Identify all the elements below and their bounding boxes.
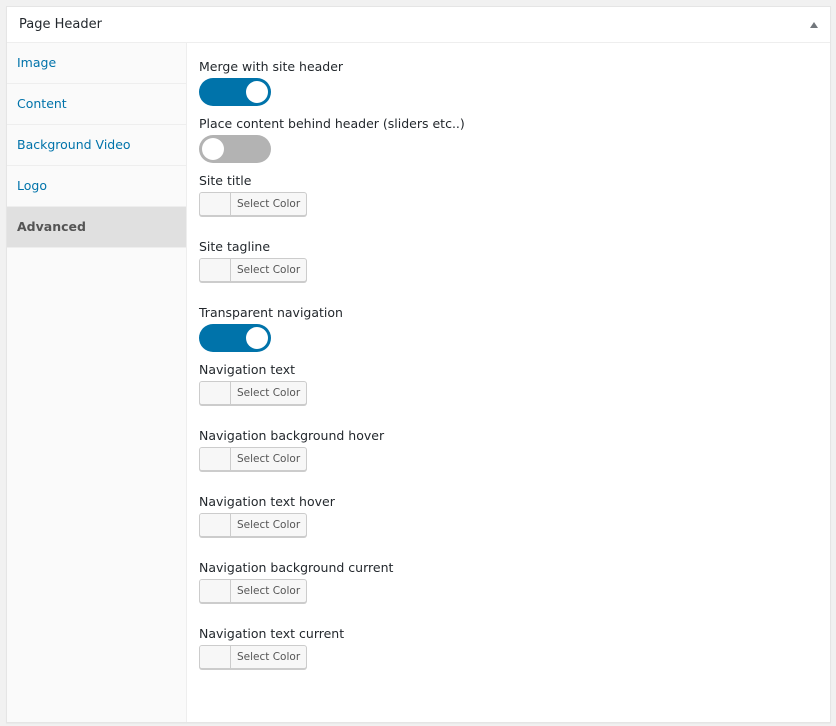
- navigation-bg-current-color-button[interactable]: Select Color: [199, 579, 308, 603]
- toggle-knob: [246, 81, 268, 103]
- field-navigation-text-hover: Navigation text hover Select Color: [199, 494, 818, 540]
- field-label: Site tagline: [199, 239, 271, 254]
- settings-content: Merge with site header Place content beh…: [187, 43, 830, 722]
- color-swatch: [200, 514, 231, 536]
- select-color-label: Select Color: [237, 585, 301, 597]
- select-color-label: Select Color: [237, 198, 301, 210]
- field-label: Navigation text current: [199, 626, 345, 641]
- select-color-label: Select Color: [237, 264, 301, 276]
- field-navigation-text-current: Navigation text current Select Color: [199, 626, 818, 672]
- panel-body: Image Content Background Video Logo Adva…: [7, 43, 830, 722]
- field-label: Transparent navigation: [199, 305, 343, 320]
- color-swatch: [200, 382, 231, 404]
- select-color-label: Select Color: [237, 651, 301, 663]
- field-merge-with-site-header: Merge with site header: [199, 59, 818, 106]
- select-color-label: Select Color: [237, 519, 301, 531]
- tab-content[interactable]: Content: [7, 84, 186, 125]
- color-swatch: [200, 259, 231, 281]
- color-swatch: [200, 448, 231, 470]
- site-title-color-button[interactable]: Select Color: [199, 192, 308, 216]
- tab-image[interactable]: Image: [7, 43, 186, 84]
- color-swatch: [200, 193, 231, 215]
- toggle-knob: [246, 327, 268, 349]
- tab-background-video[interactable]: Background Video: [7, 125, 186, 166]
- triangle-up-icon[interactable]: [810, 22, 818, 28]
- navigation-text-current-color-button[interactable]: Select Color: [199, 645, 308, 669]
- tab-logo[interactable]: Logo: [7, 166, 186, 207]
- color-swatch: [200, 646, 231, 668]
- field-site-tagline: Site tagline Select Color: [199, 239, 818, 285]
- color-swatch: [200, 580, 231, 602]
- field-label: Merge with site header: [199, 59, 344, 74]
- field-navigation-text: Navigation text Select Color: [199, 362, 818, 408]
- field-label: Navigation text: [199, 362, 296, 377]
- field-navigation-background-current: Navigation background current Select Col…: [199, 560, 818, 606]
- field-site-title: Site title Select Color: [199, 173, 818, 219]
- sidebar-tabs: Image Content Background Video Logo Adva…: [7, 43, 187, 722]
- field-label: Navigation background hover: [199, 428, 385, 443]
- field-label: Navigation background current: [199, 560, 394, 575]
- navigation-text-hover-color-button[interactable]: Select Color: [199, 513, 308, 537]
- merge-header-toggle[interactable]: [199, 78, 271, 106]
- site-tagline-color-button[interactable]: Select Color: [199, 258, 308, 282]
- field-place-content-behind-header: Place content behind header (sliders etc…: [199, 116, 818, 163]
- toggle-knob: [202, 138, 224, 160]
- tab-advanced[interactable]: Advanced: [7, 207, 186, 248]
- transparent-navigation-toggle[interactable]: [199, 324, 271, 352]
- select-color-label: Select Color: [237, 453, 301, 465]
- navigation-text-color-button[interactable]: Select Color: [199, 381, 308, 405]
- field-label: Place content behind header (sliders etc…: [199, 116, 465, 131]
- field-transparent-navigation: Transparent navigation: [199, 305, 818, 352]
- page-header-panel: Page Header Image Content Background Vid…: [6, 6, 831, 723]
- navigation-bg-hover-color-button[interactable]: Select Color: [199, 447, 308, 471]
- panel-title: Page Header: [19, 17, 102, 32]
- field-label: Site title: [199, 173, 252, 188]
- select-color-label: Select Color: [237, 387, 301, 399]
- content-behind-header-toggle[interactable]: [199, 135, 271, 163]
- field-navigation-background-hover: Navigation background hover Select Color: [199, 428, 818, 474]
- panel-header[interactable]: Page Header: [7, 7, 830, 43]
- field-label: Navigation text hover: [199, 494, 335, 509]
